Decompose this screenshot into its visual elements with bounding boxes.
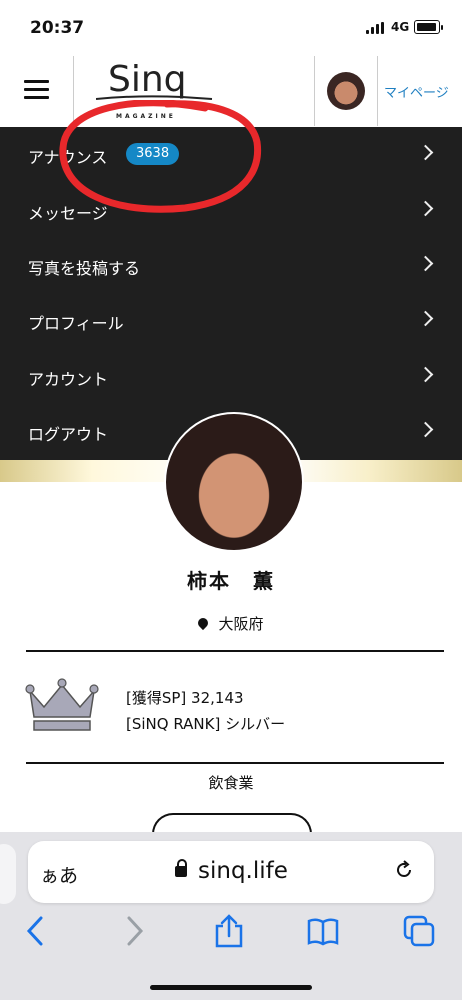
lock-icon <box>175 859 187 877</box>
bookmarks-icon[interactable] <box>306 914 340 948</box>
previous-tab-preview[interactable] <box>0 844 16 904</box>
header-divider <box>377 56 378 126</box>
header-divider <box>314 56 315 126</box>
chevron-right-icon <box>417 310 434 327</box>
back-icon[interactable] <box>20 914 54 948</box>
menu-item-post-photo[interactable]: 写真を投稿する <box>0 238 462 293</box>
divider <box>26 762 444 764</box>
menu-item-label: アカウント <box>28 370 109 389</box>
annotation-circle <box>59 100 262 213</box>
reload-icon[interactable] <box>394 860 414 880</box>
text-size-button[interactable]: ぁあ <box>40 861 78 888</box>
chevron-right-icon <box>417 144 434 161</box>
menu-item-account[interactable]: アカウント <box>0 349 462 404</box>
menu-item-label: プロフィール <box>28 314 124 333</box>
profile-location: 大阪府 <box>0 613 462 634</box>
menu-item-label: 写真を投稿する <box>28 259 141 278</box>
rank-level: [SiNQ RANK] シルバー <box>126 715 286 733</box>
chevron-right-icon <box>417 255 434 272</box>
share-icon[interactable] <box>212 914 246 948</box>
forward-icon[interactable] <box>116 914 150 948</box>
profile-industry: 飲食業 <box>208 774 254 792</box>
location-pin-icon <box>196 615 211 631</box>
earned-sp: [獲得SP] 32,143 <box>126 689 244 707</box>
hamburger-icon[interactable] <box>24 80 49 100</box>
rank-info: [獲得SP] 32,143 [SiNQ RANK] シルバー <box>126 685 285 737</box>
menu-item-profile[interactable]: プロフィール <box>0 293 462 348</box>
chevron-right-icon <box>417 366 434 383</box>
tabs-icon[interactable] <box>402 914 436 948</box>
signal-icon <box>366 22 386 34</box>
mypage-link[interactable]: マイページ <box>384 82 449 101</box>
url-domain[interactable]: sinq.life <box>198 858 288 884</box>
crown-icon <box>25 678 99 731</box>
battery-icon <box>414 20 443 34</box>
menu-item-label: ログアウト <box>28 425 109 444</box>
profile-avatar <box>164 412 304 552</box>
network-type: 4G <box>391 20 410 34</box>
location-text: 大阪府 <box>218 615 264 633</box>
divider <box>26 650 444 652</box>
user-avatar[interactable] <box>327 72 365 110</box>
status-time: 20:37 <box>30 18 85 38</box>
chevron-right-icon <box>417 421 434 438</box>
svg-text:Sinq: Sinq <box>108 59 187 100</box>
chevron-right-icon <box>417 200 434 217</box>
home-indicator <box>150 985 312 990</box>
profile-name: 柿本 薫 <box>187 569 275 593</box>
